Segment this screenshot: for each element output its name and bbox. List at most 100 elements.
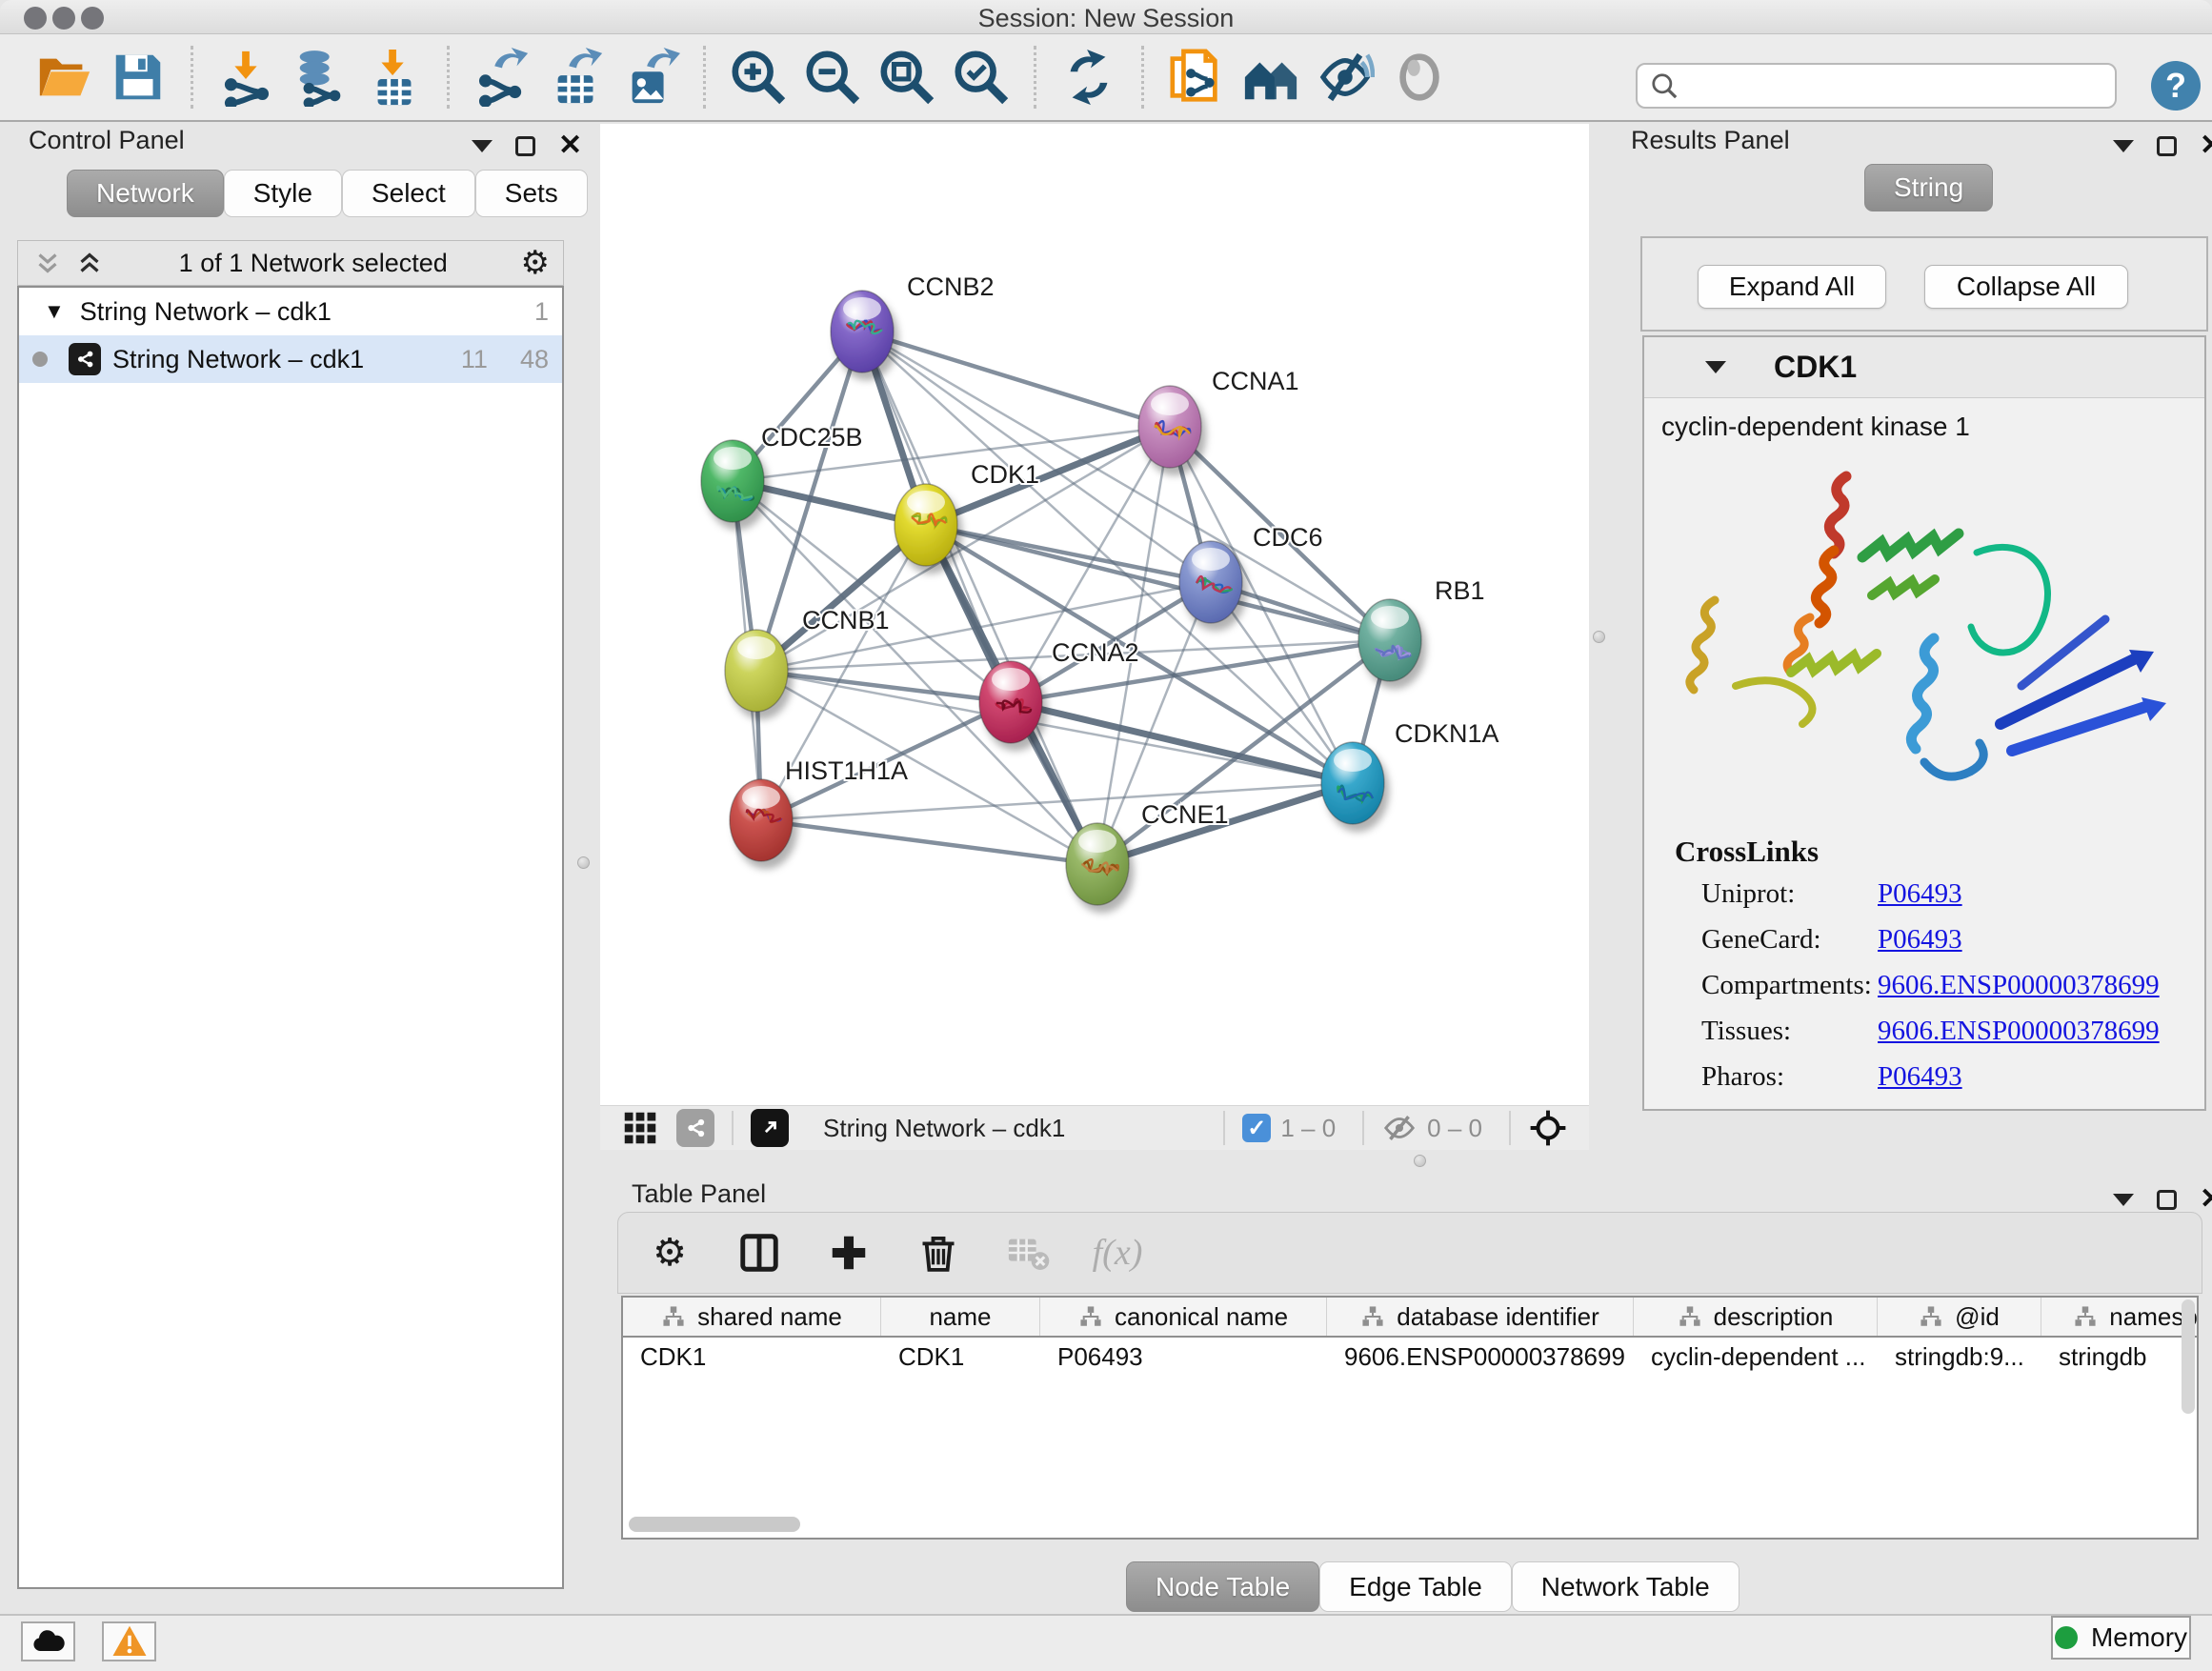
table-panel-menu-icon[interactable]: [2113, 1194, 2134, 1206]
column-header-database-identifier[interactable]: database identifier: [1327, 1298, 1634, 1336]
delete-table-icon[interactable]: [999, 1224, 1056, 1281]
table-cell[interactable]: stringdb:9...: [1878, 1338, 2041, 1376]
network-collection-row[interactable]: ▼ String Network – cdk1 1: [19, 288, 562, 335]
tab-style[interactable]: Style: [224, 170, 342, 217]
tab-node-table[interactable]: Node Table: [1126, 1561, 1319, 1612]
control-panel-close-icon[interactable]: ✕: [558, 131, 582, 160]
bottom-splitter-handle[interactable]: [1414, 1155, 1426, 1167]
edge-CCNB2-RB1[interactable]: [862, 332, 1390, 640]
cdk1-expander-icon[interactable]: [1705, 361, 1726, 373]
collection-expander-icon[interactable]: ▼: [44, 299, 65, 324]
table-cell[interactable]: cyclin-dependent ...: [1634, 1338, 1878, 1376]
export-network-icon[interactable]: [465, 42, 539, 112]
refresh-layout-icon[interactable]: [1052, 42, 1126, 112]
node-table[interactable]: shared namenamecanonical namedatabase id…: [621, 1296, 2199, 1540]
export-table-icon[interactable]: [539, 42, 613, 112]
column-header--id[interactable]: @id: [1878, 1298, 2041, 1336]
show-columns-icon[interactable]: [731, 1224, 788, 1281]
detach-view-icon[interactable]: [751, 1109, 789, 1147]
import-network-file-icon[interactable]: [209, 42, 283, 112]
add-column-icon[interactable]: [820, 1224, 877, 1281]
show-all-eye-icon[interactable]: [1382, 42, 1457, 112]
expand-all-icon[interactable]: [73, 247, 106, 279]
function-builder-icon[interactable]: f(x): [1089, 1224, 1146, 1281]
zoom-in-icon[interactable]: [721, 42, 795, 112]
results-panel-menu-icon[interactable]: [2113, 140, 2134, 152]
table-cell[interactable]: P06493: [1040, 1338, 1327, 1376]
import-network-database-icon[interactable]: [283, 42, 357, 112]
hide-selected-eye-icon[interactable]: [1308, 42, 1382, 112]
search-input[interactable]: [1636, 63, 2117, 109]
copy-network-icon[interactable]: [1159, 42, 1234, 112]
help-button[interactable]: ?: [2151, 61, 2201, 111]
control-panel-float-icon[interactable]: [515, 136, 535, 156]
column-header-shared-name[interactable]: shared name: [623, 1298, 881, 1336]
tab-network-table[interactable]: Network Table: [1512, 1561, 1739, 1612]
delete-column-trash-icon[interactable]: [910, 1224, 967, 1281]
control-panel-menu-icon[interactable]: [472, 140, 493, 152]
table-panel-close-icon[interactable]: ✕: [2200, 1185, 2212, 1214]
column-header-namespace[interactable]: namespace: [2041, 1298, 2199, 1336]
crosslink-link[interactable]: 9606.ENSP00000378699: [1878, 1016, 2160, 1047]
node-CDKN1A[interactable]: CDKN1A: [1321, 719, 1499, 824]
table-row[interactable]: CDK1CDK1P064939606.ENSP00000378699cyclin…: [623, 1338, 2197, 1376]
warnings-button[interactable]: [102, 1621, 156, 1661]
string-network-graph[interactable]: CCNB2CCNA1CDC25BCDK1CDC6RB1CCNB1CCNA2CDK…: [600, 124, 1589, 1105]
network-share-view-icon[interactable]: [676, 1109, 714, 1147]
expand-all-button[interactable]: Expand All: [1698, 265, 1886, 309]
table-horizontal-scrollbar[interactable]: [629, 1517, 800, 1532]
column-header-description[interactable]: description: [1634, 1298, 1878, 1336]
tab-network[interactable]: Network: [67, 170, 224, 217]
results-panel-close-icon[interactable]: ✕: [2200, 131, 2212, 160]
node-CCNE1[interactable]: CCNE1: [1066, 800, 1229, 905]
table-cell[interactable]: stringdb: [2041, 1338, 2199, 1376]
zoom-fit-icon[interactable]: [870, 42, 944, 112]
node-RB1[interactable]: RB1: [1358, 576, 1485, 681]
right-splitter-handle[interactable]: [1593, 631, 1605, 643]
table-panel-float-icon[interactable]: [2157, 1190, 2177, 1210]
table-options-gear-icon[interactable]: ⚙: [641, 1224, 698, 1281]
crosslink-link[interactable]: P06493: [1878, 878, 1962, 910]
crosslink-link[interactable]: 9606.ENSP00000378699: [1878, 970, 2160, 1001]
hidden-eye-icon[interactable]: [1381, 1110, 1418, 1146]
column-header-name[interactable]: name: [881, 1298, 1040, 1336]
export-image-icon[interactable]: [613, 42, 688, 112]
edge-CCNA2-CDKN1A[interactable]: [1011, 702, 1353, 783]
results-panel-float-icon[interactable]: [2157, 136, 2177, 156]
import-table-icon[interactable]: [357, 42, 432, 112]
memory-button[interactable]: Memory: [2051, 1616, 2191, 1660]
zoom-selected-icon[interactable]: [944, 42, 1018, 112]
save-session-icon[interactable]: [101, 42, 175, 112]
open-session-icon[interactable]: [27, 42, 101, 112]
cloud-status-button[interactable]: [21, 1621, 75, 1661]
collapse-all-icon[interactable]: [31, 247, 64, 279]
tab-string[interactable]: String: [1864, 164, 1993, 211]
tab-select[interactable]: Select: [342, 170, 475, 217]
memory-status-dot: [2055, 1626, 2078, 1649]
network-overview-icon[interactable]: [1234, 42, 1308, 112]
table-cell[interactable]: 9606.ENSP00000378699: [1327, 1338, 1634, 1376]
left-splitter-handle[interactable]: [577, 856, 590, 869]
network-row[interactable]: String Network – cdk1 11 48: [19, 335, 562, 383]
edge-CCNB1-CCNA2[interactable]: [756, 671, 1011, 702]
node-CCNA1[interactable]: CCNA1: [1138, 367, 1299, 468]
edge-HIST1H1A-CCNE1[interactable]: [761, 820, 1097, 864]
cdk1-section-header[interactable]: CDK1: [1644, 337, 2204, 398]
tab-sets[interactable]: Sets: [475, 170, 588, 217]
crosslink-link[interactable]: P06493: [1878, 1061, 1962, 1093]
edge-CCNB2-CCNA1[interactable]: [862, 332, 1170, 427]
tab-edge-table[interactable]: Edge Table: [1319, 1561, 1512, 1612]
node-CCNB2[interactable]: CCNB2: [831, 272, 995, 372]
table-cell[interactable]: CDK1: [881, 1338, 1040, 1376]
column-header-canonical-name[interactable]: canonical name: [1040, 1298, 1327, 1336]
crosslink-link[interactable]: P06493: [1878, 924, 1962, 956]
table-vertical-scrollbar[interactable]: [2182, 1299, 2195, 1414]
network-canvas[interactable]: CCNB2CCNA1CDC25BCDK1CDC6RB1CCNB1CCNA2CDK…: [600, 124, 1589, 1105]
zoom-out-icon[interactable]: [795, 42, 870, 112]
table-cell[interactable]: CDK1: [623, 1338, 881, 1376]
collapse-all-button[interactable]: Collapse All: [1924, 265, 2128, 309]
selected-nodes-checkbox[interactable]: ✓: [1242, 1114, 1271, 1142]
grid-view-icon[interactable]: [621, 1109, 659, 1147]
fit-selected-crosshair-icon[interactable]: [1528, 1108, 1568, 1148]
network-options-gear-icon[interactable]: ⚙: [521, 244, 550, 282]
